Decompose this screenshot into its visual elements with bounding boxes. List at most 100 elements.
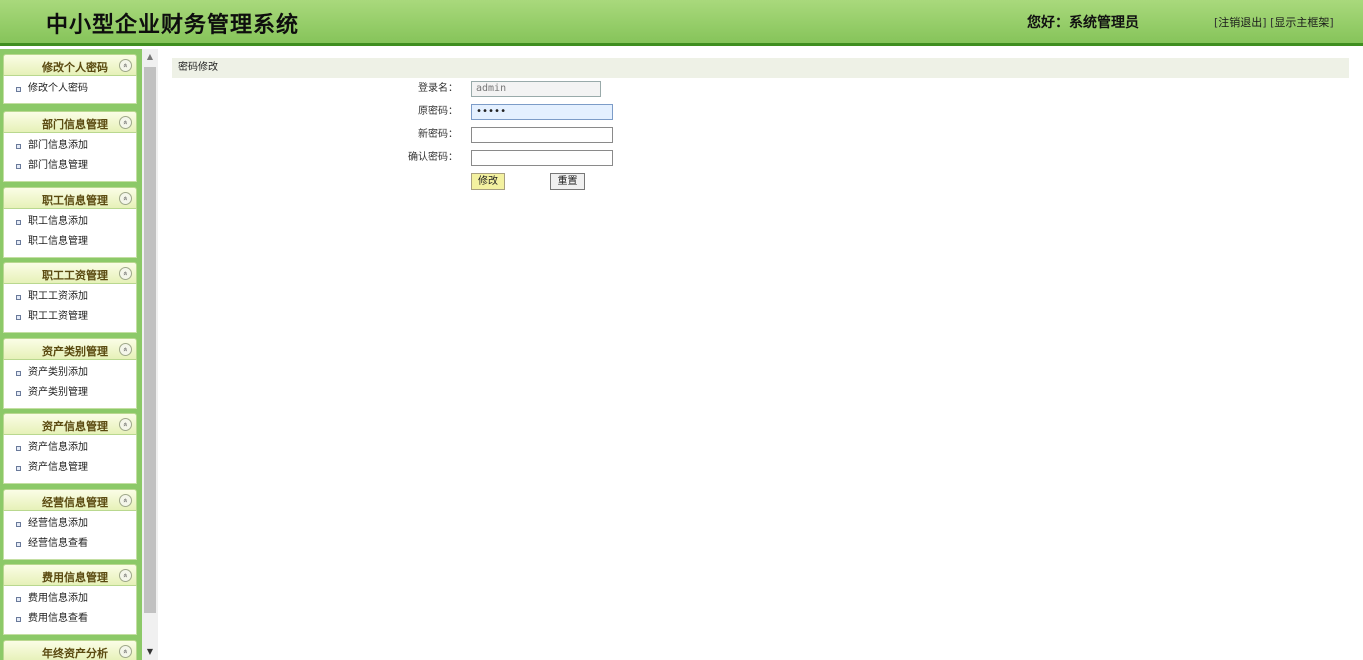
- scroll-up-icon[interactable]: ▲: [142, 49, 158, 65]
- menu-group-header[interactable]: 年终资产分析 «: [3, 640, 137, 660]
- menu-group-body: 职工工资添加 职工工资管理: [3, 284, 137, 333]
- sidebar-item-asset-category-add[interactable]: 资产类别添加: [4, 364, 136, 384]
- sidebar-item-label: 职工工资管理: [28, 311, 88, 322]
- menu-group-body: 部门信息添加 部门信息管理: [3, 133, 137, 182]
- menu-group-header[interactable]: 资产类别管理 «: [3, 338, 137, 360]
- scroll-down-icon[interactable]: ▼: [142, 644, 158, 660]
- sidebar-item-label: 部门信息管理: [28, 160, 88, 171]
- main-content: 密码修改 登录名： admin 原密码： ••••• 新密码： 确认密码： 修改…: [158, 49, 1363, 660]
- app-title: 中小型企业财务管理系统: [46, 12, 300, 38]
- menu-group-salary: 职工工资管理 « 职工工资添加 职工工资管理: [3, 262, 137, 333]
- sidebar-item-label: 修改个人密码: [28, 83, 88, 94]
- username-label: 登录名：: [418, 83, 458, 94]
- menu-group-operation: 经营信息管理 « 经营信息添加 经营信息查看: [3, 489, 137, 560]
- sidebar-item-salary-manage[interactable]: 职工工资管理: [4, 308, 136, 328]
- collapse-icon[interactable]: «: [119, 418, 132, 431]
- sidebar-item-expense-view[interactable]: 费用信息查看: [4, 610, 136, 630]
- sidebar-item-label: 费用信息查看: [28, 613, 88, 624]
- scroll-thumb[interactable]: [144, 67, 156, 613]
- sidebar-item-label: 经营信息查看: [28, 538, 88, 549]
- menu-group-title: 经营信息管理: [42, 496, 108, 509]
- show-main-frame-link[interactable]: 显示主框架: [1274, 16, 1329, 29]
- menu-group-header[interactable]: 修改个人密码 «: [3, 54, 137, 76]
- menu-group-header[interactable]: 部门信息管理 «: [3, 111, 137, 133]
- old-password-label: 原密码：: [418, 106, 458, 117]
- bullet-icon: [16, 240, 21, 245]
- header-links: [注销退出] [显示主框架]: [1214, 14, 1334, 30]
- menu-group-header[interactable]: 职工信息管理 «: [3, 187, 137, 209]
- collapse-icon[interactable]: «: [119, 494, 132, 507]
- menu-group-annual-analysis: 年终资产分析 «: [3, 640, 137, 660]
- bullet-icon: [16, 371, 21, 376]
- bullet-icon: [16, 617, 21, 622]
- bullet-icon: [16, 446, 21, 451]
- sidebar-item-label: 资产信息管理: [28, 462, 88, 473]
- new-password-label: 新密码：: [418, 129, 458, 140]
- bullet-icon: [16, 391, 21, 396]
- sidebar-item-label: 费用信息添加: [28, 593, 88, 604]
- menu-group-header[interactable]: 经营信息管理 «: [3, 489, 137, 511]
- sidebar-item-asset-category-manage[interactable]: 资产类别管理: [4, 384, 136, 404]
- confirm-password-field[interactable]: [471, 150, 613, 166]
- bullet-icon: [16, 542, 21, 547]
- old-password-field[interactable]: •••••: [471, 104, 613, 120]
- username-field[interactable]: admin: [471, 81, 601, 97]
- collapse-icon[interactable]: «: [119, 645, 132, 658]
- menu-group-body: 修改个人密码: [3, 76, 137, 104]
- collapse-icon[interactable]: «: [119, 569, 132, 582]
- collapse-icon[interactable]: «: [119, 59, 132, 72]
- menu-group-body: 资产信息添加 资产信息管理: [3, 435, 137, 484]
- bullet-icon: [16, 220, 21, 225]
- bullet-icon: [16, 295, 21, 300]
- menu-group-title: 职工信息管理: [42, 194, 108, 207]
- collapse-icon[interactable]: «: [119, 267, 132, 280]
- new-password-field[interactable]: [471, 127, 613, 143]
- bullet-icon: [16, 466, 21, 471]
- sidebar-item-employee-add[interactable]: 职工信息添加: [4, 213, 136, 233]
- bullet-icon: [16, 315, 21, 320]
- menu-group-title: 修改个人密码: [42, 61, 108, 74]
- menu-group-title: 资产信息管理: [42, 420, 108, 433]
- sidebar-item-asset-info-manage[interactable]: 资产信息管理: [4, 459, 136, 479]
- sidebar-item-department-manage[interactable]: 部门信息管理: [4, 157, 136, 177]
- bullet-icon: [16, 87, 21, 92]
- sidebar-item-change-password[interactable]: 修改个人密码: [4, 80, 136, 100]
- menu-group-employee: 职工信息管理 « 职工信息添加 职工信息管理: [3, 187, 137, 258]
- user-greeting: 您好：系统管理员: [1027, 15, 1139, 31]
- menu-group-header[interactable]: 资产信息管理 «: [3, 413, 137, 435]
- menu-group-body: 费用信息添加 费用信息查看: [3, 586, 137, 635]
- menu-group-expense: 费用信息管理 « 费用信息添加 费用信息查看: [3, 564, 137, 635]
- menu-group-body: 职工信息添加 职工信息管理: [3, 209, 137, 258]
- sidebar-item-expense-add[interactable]: 费用信息添加: [4, 590, 136, 610]
- sidebar-item-employee-manage[interactable]: 职工信息管理: [4, 233, 136, 253]
- sidebar-scrollbar[interactable]: ▲ ▼: [142, 49, 158, 660]
- top-header: 中小型企业财务管理系统 您好：系统管理员 [注销退出] [显示主框架]: [0, 0, 1363, 46]
- bullet-icon: [16, 164, 21, 169]
- menu-group-header[interactable]: 费用信息管理 «: [3, 564, 137, 586]
- logout-link[interactable]: 注销退出: [1218, 16, 1262, 29]
- sidebar-item-salary-add[interactable]: 职工工资添加: [4, 288, 136, 308]
- menu-group-title: 部门信息管理: [42, 118, 108, 131]
- menu-group-asset-info: 资产信息管理 « 资产信息添加 资产信息管理: [3, 413, 137, 484]
- sidebar-item-label: 职工工资添加: [28, 291, 88, 302]
- menu-group-header[interactable]: 职工工资管理 «: [3, 262, 137, 284]
- bracket-close: ]: [1329, 16, 1334, 29]
- sidebar-item-label: 资产类别添加: [28, 367, 88, 378]
- sidebar-item-operation-add[interactable]: 经营信息添加: [4, 515, 136, 535]
- menu-group-asset-category: 资产类别管理 « 资产类别添加 资产类别管理: [3, 338, 137, 409]
- sidebar-item-operation-view[interactable]: 经营信息查看: [4, 535, 136, 555]
- collapse-icon[interactable]: «: [119, 192, 132, 205]
- sidebar-item-asset-info-add[interactable]: 资产信息添加: [4, 439, 136, 459]
- bracket-close: ]: [1262, 16, 1267, 29]
- breadcrumb: 密码修改: [172, 58, 1349, 78]
- collapse-icon[interactable]: «: [119, 116, 132, 129]
- reset-button[interactable]: 重置: [550, 173, 585, 190]
- menu-group-title: 年终资产分析: [42, 647, 108, 660]
- menu-group-body: 经营信息添加 经营信息查看: [3, 511, 137, 560]
- menu-group-body: 资产类别添加 资产类别管理: [3, 360, 137, 409]
- bullet-icon: [16, 597, 21, 602]
- sidebar-item-label: 职工信息管理: [28, 236, 88, 247]
- collapse-icon[interactable]: «: [119, 343, 132, 356]
- submit-button[interactable]: 修改: [471, 173, 505, 190]
- sidebar-item-department-add[interactable]: 部门信息添加: [4, 137, 136, 157]
